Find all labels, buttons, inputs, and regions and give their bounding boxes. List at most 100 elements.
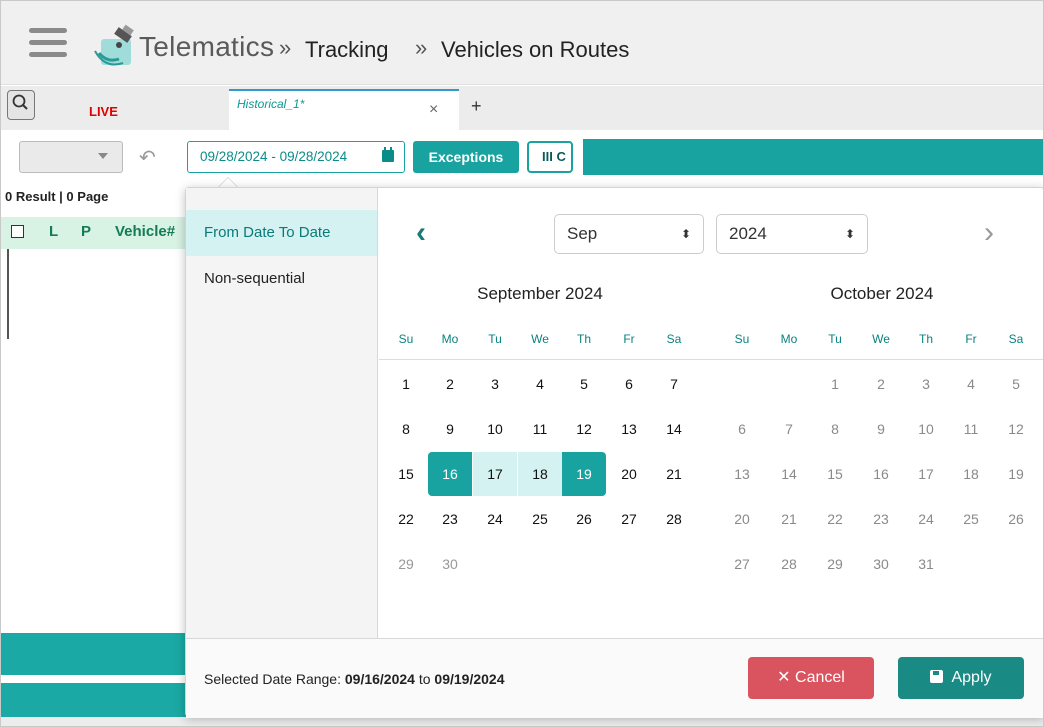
date-range-input[interactable]: 09/28/2024 - 09/28/2024 (187, 141, 405, 173)
day-cell[interactable]: 19 (994, 452, 1038, 496)
year-select[interactable]: 2024 ⬍ (716, 214, 868, 254)
day-cell[interactable]: 13 (720, 452, 764, 496)
day-cell[interactable]: 5 (994, 362, 1038, 406)
calendar-icon (382, 147, 394, 162)
option-non-sequential[interactable]: Non-sequential (186, 256, 377, 302)
day-cell[interactable]: 15 (384, 452, 428, 496)
day-cell[interactable]: 14 (767, 452, 811, 496)
add-tab-button[interactable]: + (471, 96, 482, 117)
day-cell[interactable]: 22 (384, 497, 428, 541)
day-cell[interactable]: 20 (607, 452, 651, 496)
day-cell[interactable]: 30 (859, 542, 903, 586)
day-cell[interactable]: 13 (607, 407, 651, 451)
day-cell[interactable]: 24 (904, 497, 948, 541)
day-cell[interactable]: 29 (813, 542, 857, 586)
exceptions-button[interactable]: Exceptions (413, 141, 519, 173)
day-cell[interactable]: 15 (813, 452, 857, 496)
range-mode-list: From Date To Date Non-sequential (186, 188, 378, 638)
day-cell[interactable]: 21 (652, 452, 696, 496)
day-cell[interactable]: 17 (904, 452, 948, 496)
column-header-vehicle[interactable]: Vehicle# (115, 223, 175, 240)
day-cell[interactable]: 27 (607, 497, 651, 541)
month-select-value: Sep (567, 224, 598, 243)
day-cell[interactable]: 3 (904, 362, 948, 406)
column-header-l[interactable]: L (49, 223, 58, 240)
columns-button[interactable]: III C (527, 141, 573, 173)
prev-month-icon[interactable]: ‹ (416, 218, 426, 248)
day-cell[interactable]: 20 (720, 497, 764, 541)
weekday-label: Su (398, 332, 414, 346)
menu-icon[interactable] (29, 28, 67, 62)
day-cell[interactable]: 4 (949, 362, 993, 406)
day-cell[interactable]: 17 (473, 452, 517, 496)
day-cell[interactable]: 7 (767, 407, 811, 451)
day-cell[interactable]: 28 (652, 497, 696, 541)
column-header-p[interactable]: P (81, 223, 91, 240)
day-cell[interactable]: 5 (562, 362, 606, 406)
breadcrumb-vehicles-on-routes: Vehicles on Routes (441, 37, 630, 62)
day-cell[interactable]: 12 (994, 407, 1038, 451)
day-cell[interactable]: 4 (518, 362, 562, 406)
day-cell[interactable]: 31 (904, 542, 948, 586)
day-cell[interactable]: 14 (652, 407, 696, 451)
day-cell[interactable]: 1 (384, 362, 428, 406)
month-select[interactable]: Sep ⬍ (554, 214, 704, 254)
day-cell[interactable]: 27 (720, 542, 764, 586)
day-cell[interactable]: 16 (859, 452, 903, 496)
day-cell[interactable]: 25 (518, 497, 562, 541)
day-cell[interactable]: 2 (859, 362, 903, 406)
day-cell[interactable]: 10 (473, 407, 517, 451)
day-cell[interactable]: 3 (473, 362, 517, 406)
tab-historical[interactable]: Historical_1* × (229, 89, 459, 130)
day-cell[interactable]: 8 (813, 407, 857, 451)
day-cell[interactable]: 6 (720, 407, 764, 451)
day-cell[interactable]: 26 (994, 497, 1038, 541)
day-cell[interactable]: 22 (813, 497, 857, 541)
search-icon (12, 94, 28, 110)
close-tab-icon[interactable]: × (429, 101, 438, 119)
apply-button[interactable]: Apply (898, 657, 1024, 699)
cancel-button[interactable]: ✕ Cancel (748, 657, 874, 699)
breadcrumb-separator: » (415, 35, 428, 60)
day-cell[interactable]: 7 (652, 362, 696, 406)
day-cell[interactable]: 9 (859, 407, 903, 451)
select-all-checkbox[interactable] (11, 225, 24, 238)
day-cell[interactable]: 23 (428, 497, 472, 541)
tab-live[interactable]: LIVE (89, 104, 118, 119)
day-cell[interactable]: 18 (949, 452, 993, 496)
undo-icon[interactable]: ↶ (139, 145, 156, 170)
day-cell[interactable]: 21 (767, 497, 811, 541)
day-cell[interactable]: 26 (562, 497, 606, 541)
day-cell[interactable]: 28 (767, 542, 811, 586)
day-cell[interactable]: 8 (384, 407, 428, 451)
day-cell[interactable]: 24 (473, 497, 517, 541)
day-cell[interactable]: 29 (384, 542, 428, 586)
app-window: Telematics » Tracking » Vehicles on Rout… (0, 0, 1044, 727)
day-cell[interactable]: 6 (607, 362, 651, 406)
next-month-icon[interactable]: › (984, 218, 994, 248)
day-cell[interactable]: 30 (428, 542, 472, 586)
day-cell[interactable]: 12 (562, 407, 606, 451)
day-cell[interactable]: 18 (518, 452, 562, 496)
splitter[interactable] (7, 249, 9, 339)
day-cell[interactable]: 23 (859, 497, 903, 541)
selected-range-label: Selected Date Range: (204, 671, 341, 687)
vehicle-select[interactable] (19, 141, 123, 173)
breadcrumb-tracking[interactable]: Tracking (305, 37, 389, 63)
day-cell[interactable]: 10 (904, 407, 948, 451)
updown-icon: ⬍ (844, 227, 855, 241)
divider (379, 359, 1043, 360)
day-cell[interactable]: 1 (813, 362, 857, 406)
day-cell[interactable]: 2 (428, 362, 472, 406)
year-select-value: 2024 (729, 224, 767, 243)
day-cell[interactable]: 11 (518, 407, 562, 451)
day-cell[interactable]: 11 (949, 407, 993, 451)
day-cell[interactable]: 25 (949, 497, 993, 541)
weekday-label: Tu (828, 332, 842, 346)
day-cell[interactable]: 19 (562, 452, 606, 496)
day-cell[interactable]: 16 (428, 452, 472, 496)
option-from-date-to-date[interactable]: From Date To Date (186, 210, 377, 256)
search-button[interactable] (7, 90, 35, 120)
picker-footer: Selected Date Range: 09/16/2024 to 09/19… (186, 638, 1043, 718)
day-cell[interactable]: 9 (428, 407, 472, 451)
